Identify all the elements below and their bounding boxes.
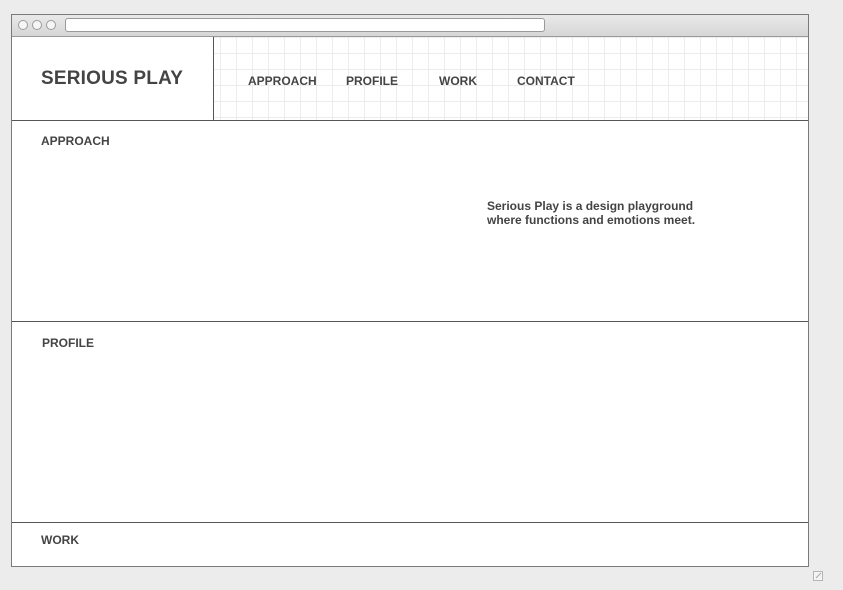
minimize-icon[interactable]: [32, 20, 42, 30]
close-icon[interactable]: [18, 20, 28, 30]
section-approach: APPROACH Serious Play is a design playgr…: [12, 121, 808, 322]
logo-container: SERIOUS PLAY: [12, 37, 214, 120]
section-title-work: WORK: [41, 533, 79, 547]
address-bar[interactable]: [65, 18, 545, 32]
site-header: SERIOUS PLAY APPROACH PROFILE WORK CONTA…: [12, 37, 808, 121]
nav-item-work[interactable]: WORK: [439, 74, 477, 88]
approach-tagline: Serious Play is a design playground wher…: [487, 199, 727, 227]
site-logo[interactable]: SERIOUS PLAY: [41, 68, 183, 90]
nav-item-approach[interactable]: APPROACH: [248, 74, 317, 88]
resize-grip-icon[interactable]: [813, 571, 823, 581]
nav-item-profile[interactable]: PROFILE: [346, 74, 398, 88]
browser-window: SERIOUS PLAY APPROACH PROFILE WORK CONTA…: [11, 14, 809, 567]
window-titlebar: [12, 15, 808, 37]
zoom-icon[interactable]: [46, 20, 56, 30]
tagline-line-2: where functions and emotions meet.: [487, 213, 696, 227]
tagline-line-1: Serious Play is a design playground: [487, 199, 694, 213]
section-title-profile: PROFILE: [42, 336, 95, 350]
section-title-approach: APPROACH: [41, 134, 110, 148]
section-work: WORK: [12, 523, 808, 566]
section-profile: PROFILE: [12, 322, 808, 523]
nav-item-contact[interactable]: CONTACT: [517, 74, 575, 88]
